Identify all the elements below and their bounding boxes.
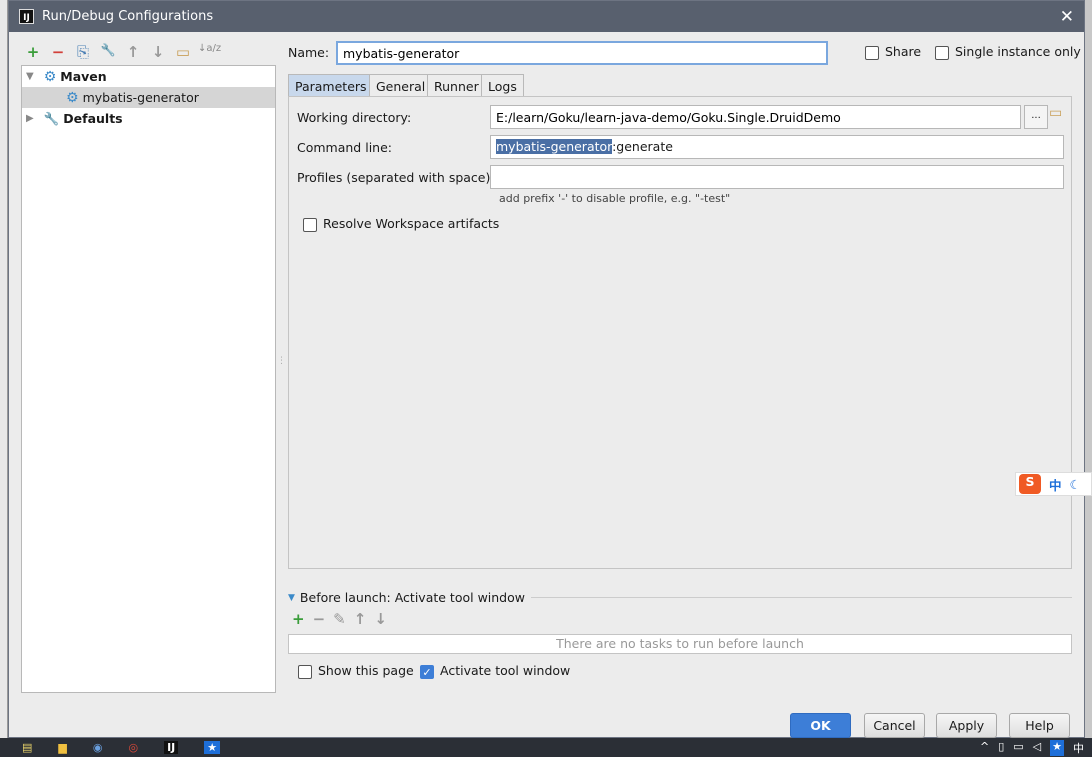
taskbar: ▤ ▆ ◉ ◎ IJ ★ ^ ▯ ▭ ◁ ★ 中 [0, 738, 1092, 757]
browser-icon[interactable]: ◉ [93, 741, 103, 754]
parameters-panel: Working directory: ... ▭ Command line: m… [288, 96, 1072, 569]
profiles-input[interactable] [490, 165, 1064, 189]
tree-label: Defaults [63, 111, 123, 126]
resolve-label: Resolve Workspace artifacts [323, 216, 500, 231]
expand-right-icon[interactable]: ▶ [26, 113, 34, 124]
single-instance-label: Single instance only [955, 44, 1081, 59]
notepad-icon[interactable]: ▤ [22, 741, 32, 754]
cancel-button[interactable]: Cancel [864, 713, 925, 738]
browse-button[interactable]: ... [1024, 105, 1048, 129]
intellij-taskbar-icon[interactable]: IJ [164, 741, 179, 754]
folder-icon[interactable]: ▭ [173, 43, 193, 61]
before-launch-task-list[interactable]: There are no tasks to run before launch [288, 634, 1072, 654]
collapse-icon[interactable]: ▼ [288, 593, 295, 603]
wrench-icon: 🔧 [43, 110, 60, 126]
before-launch-header[interactable]: ▼ Before launch: Activate tool window [288, 590, 1072, 605]
working-directory-label: Working directory: [297, 110, 412, 125]
checkbox[interactable] [865, 45, 879, 60]
maven-gear-icon: ⚙ [43, 68, 57, 85]
share-checkbox[interactable]: Share [865, 44, 921, 60]
before-launch-toolbar: + − ✎ ↑ ↓ [292, 610, 387, 628]
profiles-label: Profiles (separated with space): [297, 170, 495, 185]
help-button[interactable]: Help [1009, 713, 1070, 738]
command-rest: :generate [612, 139, 673, 154]
tab-general[interactable]: General [369, 74, 433, 97]
share-label: Share [885, 44, 922, 59]
system-tray: ^ ▯ ▭ ◁ ★ 中 [980, 739, 1084, 756]
maven-gear-icon: ⚙ [66, 89, 79, 106]
battery-icon[interactable]: ▭ [1013, 740, 1023, 756]
tree-label: Maven [60, 69, 107, 84]
single-instance-checkbox[interactable]: Single instance only [935, 44, 1081, 60]
title-bar: IJ Run/Debug Configurations [9, 1, 1084, 32]
ime-tray-icon[interactable]: ★ [1050, 739, 1064, 756]
dialog-title: Run/Debug Configurations [42, 9, 214, 24]
moon-icon[interactable]: ☾ [1070, 477, 1081, 492]
ok-button[interactable]: OK [790, 713, 851, 738]
command-line-label: Command line: [297, 140, 392, 155]
volume-icon[interactable]: ◁ [1033, 740, 1041, 756]
run-debug-dialog: IJ Run/Debug Configurations ✕ + − ⎘ 🔧 ↑ … [8, 0, 1085, 738]
close-button[interactable]: ✕ [1060, 7, 1074, 27]
tree-node-mybatis-generator[interactable]: ⚙ mybatis-generator [22, 87, 275, 108]
edit-task-icon[interactable]: ✎ [333, 610, 346, 628]
tree-node-maven[interactable]: ▼ ⚙ Maven [22, 66, 275, 87]
remove-task-icon[interactable]: − [313, 610, 326, 628]
resolve-workspace-checkbox[interactable]: Resolve Workspace artifacts [303, 216, 499, 232]
checkbox[interactable] [303, 217, 317, 232]
activate-tool-window-checkbox[interactable]: ✓ Activate tool window [420, 663, 570, 679]
sort-icon[interactable]: ↓a/z [198, 43, 221, 61]
tab-runner[interactable]: Runner [427, 74, 486, 97]
wrench-icon[interactable]: 🔧 [98, 43, 118, 61]
move-down-icon[interactable]: ↓ [374, 610, 387, 628]
activate-tool-label: Activate tool window [440, 663, 571, 678]
add-icon[interactable]: + [23, 43, 43, 61]
config-toolbar: + − ⎘ 🔧 ↑ ↓ ▭ ↓a/z [23, 43, 221, 61]
checkmark-icon[interactable]: ✓ [420, 664, 434, 679]
apply-button[interactable]: Apply [936, 713, 997, 738]
name-label: Name: [288, 45, 330, 60]
file-explorer-icon[interactable]: ▆ [58, 741, 66, 754]
tree-label: mybatis-generator [82, 90, 199, 105]
profiles-hint: add prefix '-' to disable profile, e.g. … [499, 192, 731, 205]
intellij-icon: IJ [19, 9, 34, 24]
config-tree: ▼ ⚙ Maven ⚙ mybatis-generator ▶ 🔧 Defaul… [21, 65, 276, 693]
background-window-right [1085, 0, 1092, 738]
ime-language[interactable]: 中 [1049, 475, 1062, 494]
sogou-logo-icon: S [1019, 474, 1041, 494]
splitter-handle[interactable]: ⋮ [277, 356, 286, 366]
tray-expand-icon[interactable]: ^ [980, 740, 989, 756]
checkbox[interactable] [935, 45, 949, 60]
divider [531, 597, 1072, 598]
copy-icon[interactable]: ⎘ [73, 43, 93, 61]
add-task-icon[interactable]: + [292, 610, 305, 628]
checkbox[interactable] [298, 664, 312, 679]
network-icon[interactable]: ▯ [998, 740, 1004, 756]
show-page-checkbox[interactable]: Show this page [298, 663, 414, 679]
tab-logs[interactable]: Logs [481, 74, 524, 97]
chrome-icon[interactable]: ◎ [128, 741, 138, 754]
tray-language[interactable]: 中 [1073, 740, 1084, 756]
before-launch-title: Before launch: Activate tool window [299, 590, 525, 605]
tab-parameters[interactable]: Parameters [288, 74, 374, 97]
name-input[interactable] [336, 41, 828, 65]
working-directory-input[interactable] [490, 105, 1021, 129]
move-up-icon[interactable]: ↑ [123, 43, 143, 61]
folder-icon[interactable]: ▭ [1049, 105, 1062, 121]
background-window [0, 0, 8, 738]
move-up-icon[interactable]: ↑ [354, 610, 367, 628]
selected-text: mybatis-generator [496, 139, 613, 154]
tree-node-defaults[interactable]: ▶ 🔧 Defaults [22, 108, 275, 129]
show-page-label: Show this page [318, 663, 414, 678]
app-star-icon[interactable]: ★ [204, 741, 221, 754]
empty-list-text: There are no tasks to run before launch [556, 636, 804, 651]
expand-down-icon[interactable]: ▼ [26, 71, 34, 82]
move-down-icon[interactable]: ↓ [148, 43, 168, 61]
command-line-input[interactable]: mybatis-generator:generate [490, 135, 1064, 159]
remove-icon[interactable]: − [48, 43, 68, 61]
ime-toolbar[interactable]: S 中 ☾ [1015, 472, 1092, 496]
